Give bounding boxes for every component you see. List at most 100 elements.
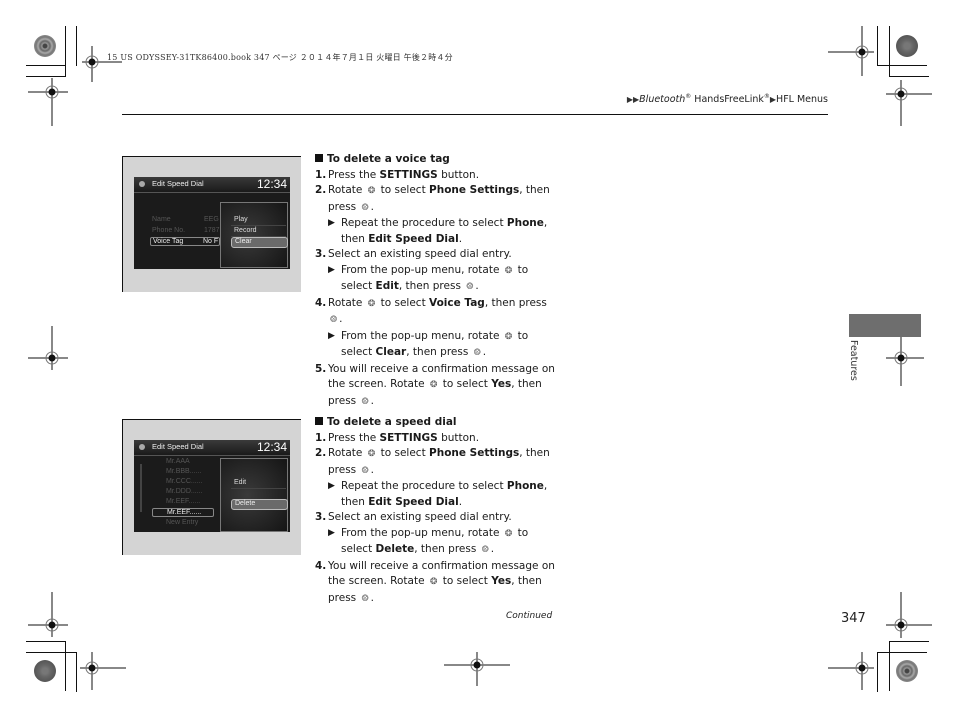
emphasis-term: Phone Settings (429, 184, 520, 196)
steps-list: 1. Press the SETTINGS button. 2. Rotate ❂ t… (315, 431, 555, 608)
interface-dial-press-icon: ⨷ (466, 282, 474, 292)
popup-item-clear: Clear (231, 237, 288, 248)
step-text: , then press (406, 346, 472, 358)
interface-dial-press-icon: ⨷ (330, 315, 338, 325)
crop-mark (65, 26, 66, 76)
emphasis-term: Clear (375, 346, 407, 358)
crop-mark (26, 652, 76, 653)
color-bar-rosette-icon (896, 660, 918, 682)
arrow-bullet-icon: ▶ (328, 527, 335, 538)
interface-dial-rotate-icon: ❂ (504, 528, 513, 539)
registration-mark-icon (28, 592, 68, 637)
step-number: 3. (315, 511, 327, 523)
step-text: to select (377, 447, 430, 459)
step-number: 2. (315, 184, 327, 196)
screen-row-selected: Voice Tag No F (150, 237, 220, 246)
step-text: Rotate (328, 447, 366, 459)
breadcrumb-item-bluetooth[interactable]: Bluetooth (639, 94, 685, 105)
interface-dial-press-icon: ⨷ (361, 465, 369, 476)
breadcrumb-item-handsfreelink[interactable]: HandsFreeLink (691, 94, 764, 105)
side-tab-block (849, 314, 921, 337)
speed-dial-entry-selected: Mr.EEF...... (152, 508, 214, 517)
step-text: button. (437, 168, 480, 181)
header-rule (122, 114, 828, 115)
interface-dial-rotate-icon: ❂ (367, 298, 376, 309)
step-text: From the pop-up menu, rotate (341, 329, 503, 342)
registration-mark-icon (28, 326, 68, 370)
step-text: Repeat the procedure to select (341, 480, 507, 492)
emphasis-term: Delete (375, 543, 415, 555)
screen-title: Edit Speed Dial (152, 179, 204, 188)
instruction-substep: ▶ Repeat the procedure to select Phone, t… (315, 479, 555, 510)
crop-mark (26, 65, 66, 66)
emphasis-term: SETTINGS (379, 431, 438, 444)
crop-mark (889, 641, 890, 691)
interface-dial-rotate-icon: ❂ (367, 449, 376, 459)
side-tab-label[interactable]: Features (848, 340, 859, 381)
step-number: 4. (315, 296, 327, 309)
interface-dial-rotate-icon: ❂ (429, 577, 438, 587)
emphasis-term: Edit Speed Dial (368, 495, 459, 508)
step-text: Repeat the procedure to select (341, 217, 507, 229)
arrow-bullet-icon: ▶ (328, 264, 335, 275)
crop-mark (26, 76, 66, 77)
emphasis-term: Edit Speed Dial (368, 232, 459, 245)
emphasis-term: Yes (491, 378, 512, 390)
arrow-bullet-icon: ▶ (328, 218, 335, 228)
section-delete-speed-dial: To delete a speed dial 1. Press the SETTI… (315, 415, 555, 607)
step-text: , then press (398, 280, 465, 292)
instruction-step: 1. Press the SETTINGS button. (315, 431, 555, 447)
step-number: 1. (315, 431, 327, 444)
step-text: , then press (414, 543, 480, 555)
color-bar-rosette-icon (896, 35, 918, 57)
step-text: to select (439, 378, 492, 390)
registration-mark-icon (828, 652, 874, 690)
step-text: . (475, 280, 479, 292)
screen-topbar: Edit Speed Dial 12:34 (134, 177, 290, 193)
speed-dial-entry: Mr.AAA (166, 458, 190, 465)
step-text: to select (377, 296, 430, 309)
instruction-step: 4. You will receive a confirmation messag… (315, 559, 555, 608)
breadcrumb-item-hfl-menus[interactable]: HFL Menus (776, 94, 828, 105)
step-text: . (490, 543, 495, 555)
interface-dial-rotate-icon: ❂ (367, 186, 376, 196)
step-text: . (370, 463, 374, 476)
color-bar-rosette-icon (34, 35, 56, 57)
section-delete-voice-tag: To delete a voice tag 1. Press the SETTIN… (315, 152, 555, 410)
step-text: . (458, 495, 463, 508)
interface-dial-rotate-icon: ❂ (429, 380, 438, 390)
step-number: 2. (315, 447, 327, 459)
instruction-step: 2. Rotate ❂ to select Phone Settings, the… (315, 446, 555, 479)
crop-mark (877, 65, 927, 66)
emphasis-term: Phone (506, 217, 544, 229)
step-number: 3. (315, 248, 327, 260)
crop-mark (877, 26, 878, 66)
screen-clock: 12:34 (256, 177, 287, 191)
registration-mark-icon (886, 592, 932, 638)
screenshot-voice-tag: Edit Speed Dial 12:34 Name EEG Phone No.… (122, 156, 301, 292)
speed-dial-entry: Mr.EEF...... (166, 498, 201, 505)
emphasis-term: Phone (506, 480, 544, 492)
scrollbar (140, 464, 142, 512)
step-number: 4. (315, 559, 327, 572)
instruction-substep: ▶ From the pop-up menu, rotate ❂ to selec… (315, 329, 555, 362)
speed-dial-entry: Mr.DDD...... (166, 488, 203, 495)
step-text: to select (377, 184, 430, 196)
crop-mark (65, 641, 66, 691)
popup-item-edit: Edit (231, 479, 286, 489)
popup-item-play: Play (231, 216, 286, 226)
display-screen: Edit Speed Dial 12:34 Name EEG Phone No.… (134, 177, 290, 269)
instruction-substep: ▶ From the pop-up menu, rotate ❂ to selec… (315, 263, 555, 296)
continued-label: Continued (506, 611, 553, 621)
speed-dial-entry: Mr.CCC...... (166, 478, 203, 485)
crop-mark (889, 26, 890, 76)
screen-title: Edit Speed Dial (152, 442, 204, 451)
step-text: Rotate (328, 184, 366, 196)
step-text: . (339, 313, 343, 325)
registration-mark-icon (80, 652, 126, 690)
breadcrumb: ▶▶Bluetooth® HandsFreeLink®▶HFL Menus (626, 93, 828, 106)
speed-dial-entry-new: New Entry (166, 519, 199, 526)
emphasis-term: Phone Settings (429, 447, 520, 459)
interface-dial-press-icon: ⨷ (481, 545, 489, 555)
instruction-substep: ▶ Repeat the procedure to select Phone, t… (315, 216, 555, 247)
